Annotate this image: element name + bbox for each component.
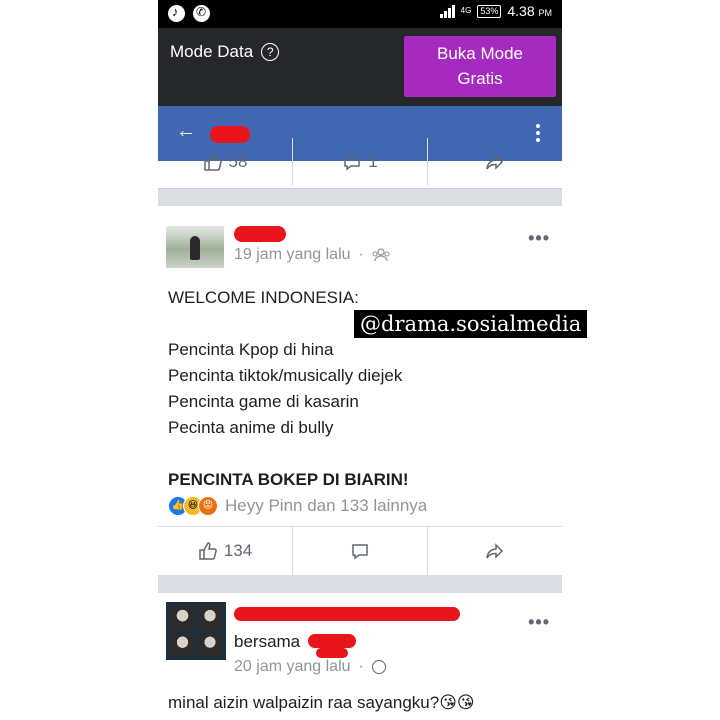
comment-button[interactable] (293, 527, 428, 575)
post-timestamp[interactable]: 19 jam yang lalu (234, 246, 351, 264)
post-line: Pencinta tiktok/musically diejek (168, 366, 403, 385)
post-body: minal aizin walpaizin raa sayangku?😘😘 (168, 693, 475, 712)
free-mode-button[interactable]: Buka Mode Gratis (404, 36, 556, 97)
like-count: 134 (223, 541, 253, 560)
previous-post-actions: 58 1 (158, 138, 562, 186)
like-button[interactable]: 58 (158, 138, 293, 186)
avatar-photo (197, 606, 222, 630)
data-mode-text: Mode Data (170, 42, 254, 61)
reactions-summary[interactable]: 👍 😆 😡 Heyy Pinn dan 133 lainnya (168, 496, 427, 516)
battery-indicator: 53% (477, 4, 502, 18)
redacted-author-name (234, 607, 460, 621)
signal-icon (439, 4, 455, 18)
watermark: @drama.sosialmedia (354, 310, 588, 338)
status-indicators: 4G 53% 4.38 PM (439, 3, 552, 19)
share-icon (486, 154, 504, 170)
reaction-icons: 👍 😆 😡 (168, 496, 218, 516)
post-menu-icon[interactable]: ••• (528, 228, 550, 249)
avatar-photo (170, 606, 195, 630)
post-line: WELCOME INDONESIA: (168, 288, 359, 307)
post-meta: 19 jam yang lalu · (234, 246, 390, 264)
free-mode-button-line2: Gratis (457, 69, 503, 88)
whatsapp-icon (193, 5, 210, 22)
comment-count: 1 (368, 152, 378, 171)
post-line: Pencinta Kpop di hina (168, 340, 334, 359)
post-actions: 134 (158, 526, 562, 576)
network-type: 4G (460, 6, 472, 15)
like-button[interactable]: 134 (158, 527, 293, 575)
post-menu-icon[interactable]: ••• (528, 612, 550, 633)
tagged-with: bersama (234, 632, 300, 652)
data-mode-label: Mode Data ? (170, 42, 280, 62)
meta-separator: · (358, 658, 364, 675)
post-line: Pecinta anime di bully (168, 418, 334, 437)
tiktok-icon (168, 4, 185, 22)
tagged-prefix: bersama (234, 632, 301, 651)
post-line: Pencinta game di kasarin (168, 392, 359, 411)
feed-separator-line (158, 188, 562, 189)
clock: 4.38 PM (507, 3, 552, 19)
comment-icon (352, 544, 368, 560)
avatar-photo (197, 632, 222, 656)
reactions-text: Heyy Pinn dan 133 lainnya (225, 496, 428, 515)
avatar[interactable] (166, 602, 226, 660)
phone-screen: 4G 53% 4.38 PM Mode Data ? Buka Mode Gra… (158, 0, 562, 720)
thumbs-up-icon (199, 542, 217, 560)
avatar[interactable] (166, 226, 224, 268)
free-mode-button-line1: Buka Mode (437, 44, 523, 63)
globe-icon (371, 660, 386, 674)
comment-icon (344, 155, 361, 171)
redacted-tagged-name-2 (316, 648, 348, 658)
thumbs-up-icon (203, 153, 222, 171)
avatar-photo (170, 632, 195, 656)
comment-button[interactable]: 1 (293, 138, 428, 186)
redacted-author-name (234, 226, 286, 242)
help-icon[interactable]: ? (261, 43, 280, 61)
feed-separator (158, 188, 562, 206)
angry-reaction-icon: 😡 (198, 496, 218, 516)
status-notifications (168, 4, 210, 22)
meta-separator: · (358, 246, 364, 263)
status-bar: 4G 53% 4.38 PM (158, 0, 562, 28)
share-button[interactable] (428, 138, 562, 186)
redacted-tagged-name (308, 634, 356, 648)
share-button[interactable] (428, 527, 562, 575)
post-line-bold: PENCINTA BOKEP DI BIARIN! (168, 470, 409, 489)
group-audience-icon (372, 248, 390, 262)
post-timestamp[interactable]: 20 jam yang lalu (234, 658, 351, 676)
feed-separator (158, 575, 562, 593)
post-meta: 20 jam yang lalu · (234, 658, 386, 676)
share-icon (486, 543, 504, 559)
data-mode-bar: Mode Data ? Buka Mode Gratis (158, 28, 562, 106)
like-count: 58 (228, 152, 248, 171)
